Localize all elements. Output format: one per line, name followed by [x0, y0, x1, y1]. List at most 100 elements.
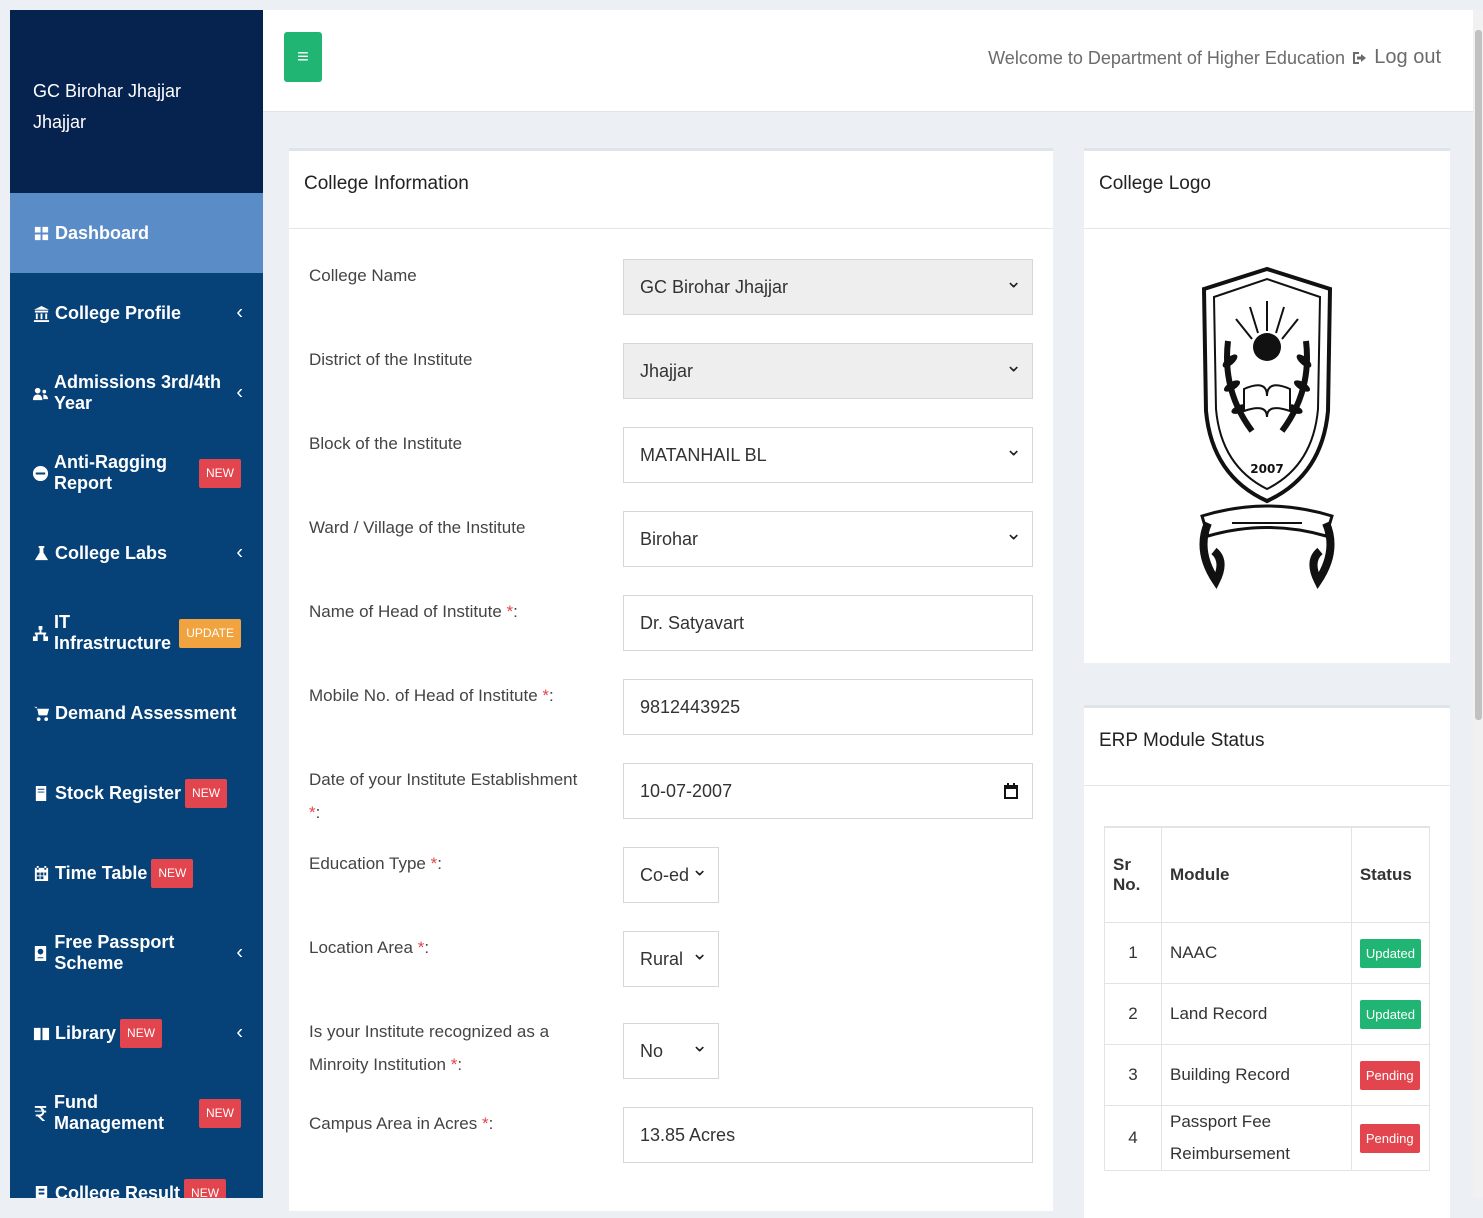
new-badge: NEW — [120, 1018, 163, 1048]
sr-cell: 3 — [1104, 1044, 1162, 1106]
sr-cell: 1 — [1104, 922, 1162, 984]
sidebar-nav: Dashboard College Profile ‹ Admissions 3rd/… — [10, 193, 263, 1198]
logout-link[interactable]: Log out — [1352, 46, 1441, 69]
sidebar-item-stock-register[interactable]: Stock Register NEW — [10, 753, 263, 833]
passport-icon — [32, 944, 49, 962]
field-value: 10-07-2007 — [640, 780, 733, 801]
sidebar-item-label: Time Table — [55, 862, 148, 883]
label-suffix: : — [549, 686, 554, 705]
field-label: Ward / Village of the Institute — [309, 511, 589, 544]
chevron-down-icon: ⌄ — [1005, 270, 1022, 293]
sidebar-item-it-infrastructure[interactable]: IT Infrastructure UPDATE — [10, 593, 263, 673]
sidebar-item-admissions-3rd-4th-year[interactable]: Admissions 3rd/4th Year ‹ — [10, 353, 263, 433]
column-header-sr: Sr No. — [1104, 826, 1162, 923]
field-label-text: Is your Institute recognized as a Minroi… — [309, 1022, 550, 1074]
sidebar-item-label: Free Passport Scheme — [54, 932, 175, 973]
college-name: GC Birohar Jhajjar — [33, 81, 182, 101]
sidebar-item-label: Dashboard — [55, 222, 150, 243]
location-area-select[interactable]: Rural ⌄ — [623, 931, 719, 987]
table-header-row: Sr No. Module Status — [1104, 826, 1431, 923]
sidebar-item-college-profile[interactable]: College Profile ‹ — [10, 273, 263, 353]
field-label: Location Area *: — [309, 931, 589, 964]
field-label: College Name — [309, 259, 589, 292]
chevron-down-icon: ⌄ — [1005, 522, 1022, 545]
sidebar-item-label: College Profile — [55, 302, 182, 323]
mobile-no-of-head-of-institute-input[interactable]: 9812443925 — [623, 679, 1033, 735]
sidebar-item-anti-ragging-report[interactable]: Anti-Ragging Report NEW — [10, 433, 263, 513]
district-of-the-institute-select[interactable]: Jhajjar ⌄ — [623, 343, 1033, 399]
sidebar-item-dashboard[interactable]: Dashboard — [10, 193, 263, 273]
field-label: District of the Institute — [309, 343, 589, 376]
college-information-panel: College Information College Name GC Biroh… — [289, 148, 1053, 1211]
logout-label: Log out — [1374, 46, 1441, 68]
college-logo-panel: College Logo 2007 — [1084, 148, 1450, 663]
erp-status-table: Sr No. Module Status 1 NAAC Updated 2 Land R… — [1104, 826, 1431, 1171]
new-badge: NEW — [199, 1098, 241, 1128]
status-cell: Updated — [1350, 983, 1431, 1045]
page-scrollbar[interactable] — [1473, 10, 1483, 1198]
field-label-text: Block of the Institute — [309, 434, 463, 453]
field-label-text: District of the Institute — [309, 350, 473, 369]
required-marker: * — [481, 1114, 489, 1133]
chevron-down-icon: ⌄ — [691, 942, 708, 965]
top-bar: ≡ Welcome to Department of Higher Educat… — [263, 10, 1473, 112]
college-name-select[interactable]: GC Birohar Jhajjar ⌄ — [623, 259, 1033, 315]
name-of-head-of-institute-input[interactable]: Dr. Satyavart — [623, 595, 1033, 651]
table-row: 4 Passport Fee Reimbursement Pending — [1104, 1105, 1431, 1171]
cart-icon — [32, 704, 50, 722]
field-label-text: Location Area — [309, 938, 413, 957]
field-label: Name of Head of Institute *: — [309, 595, 589, 628]
field-label: Is your Institute recognized as a Minroi… — [309, 1015, 589, 1081]
result-icon — [32, 1184, 50, 1198]
is-your-institute-recognized-as-a-minroity-institution-select[interactable]: No ⌄ — [623, 1023, 719, 1079]
campus-area-in-acres-input[interactable]: 13.85 Acres — [623, 1107, 1033, 1163]
calendar-icon — [32, 864, 50, 882]
field-label: Mobile No. of Head of Institute *: — [309, 679, 589, 712]
sidebar-item-college-result[interactable]: College Result NEW — [10, 1153, 263, 1198]
new-badge: NEW — [151, 858, 194, 888]
field-label: Block of the Institute — [309, 427, 589, 460]
field-label-text: Education Type — [309, 854, 426, 873]
module-cell: NAAC — [1161, 922, 1352, 984]
sidebar-item-demand-assessment[interactable]: Demand Assessment — [10, 673, 263, 753]
chevron-left-icon: ‹ — [236, 301, 243, 324]
status-badge: Updated — [1359, 1000, 1421, 1029]
chevron-down-icon: ⌄ — [691, 858, 708, 881]
new-badge: NEW — [184, 1178, 227, 1198]
field-label-text: Ward / Village of the Institute — [309, 518, 526, 537]
erp-module-status-panel: ERP Module Status Sr No. Module Status 1… — [1084, 705, 1450, 1218]
update-badge: UPDATE — [179, 618, 241, 648]
module-cell: Land Record — [1161, 983, 1352, 1045]
sidebar-item-college-labs[interactable]: College Labs ‹ — [10, 513, 263, 593]
college-city: Jhajjar — [33, 112, 87, 132]
new-badge: NEW — [199, 458, 241, 488]
sidebar-item-free-passport-scheme[interactable]: Free Passport Scheme ‹ — [10, 913, 263, 993]
sidebar-item-library[interactable]: Library NEW ‹ — [10, 993, 263, 1073]
module-cell: Passport Fee Reimbursement — [1161, 1105, 1352, 1171]
field-label: Date of your Institute Establishment *: — [309, 763, 589, 829]
status-cell: Pending — [1350, 1105, 1431, 1171]
sidebar: GC Birohar Jhajjar Jhajjar Dashboard Coll… — [10, 10, 263, 1198]
sidebar-item-label: Anti-Ragging Report — [54, 452, 167, 493]
block-of-the-institute-select[interactable]: MATANHAIL BL ⌄ — [623, 427, 1033, 483]
field-label-text: Name of Head of Institute — [309, 602, 502, 621]
book-icon — [32, 784, 50, 802]
sidebar-item-time-table[interactable]: Time Table NEW — [10, 833, 263, 913]
sitemap-icon — [32, 624, 49, 642]
scrollbar-thumb[interactable] — [1475, 30, 1482, 720]
ward-village-of-the-institute-select[interactable]: Birohar ⌄ — [623, 511, 1033, 567]
sidebar-item-label: College Labs — [55, 542, 168, 563]
sr-cell: 2 — [1104, 983, 1162, 1045]
field-label-text: Date of your Institute Establishment — [309, 770, 578, 789]
label-suffix: : — [513, 602, 518, 621]
field-value: 9812443925 — [640, 696, 741, 717]
table-row: 2 Land Record Updated — [1104, 983, 1431, 1045]
sign-out-icon — [1353, 51, 1367, 64]
field-label-text: Mobile No. of Head of Institute — [309, 686, 538, 705]
menu-toggle-button[interactable]: ≡ — [284, 32, 322, 82]
sidebar-item-fund-management[interactable]: Fund Management NEW — [10, 1073, 263, 1153]
date-of-your-institute-establishment-date-input[interactable]: 10-07-2007 — [623, 763, 1033, 819]
education-type-select[interactable]: Co-ed ⌄ — [623, 847, 719, 903]
calendar-picker-icon[interactable] — [1004, 783, 1018, 799]
field-value: MATANHAIL BL — [640, 444, 767, 465]
